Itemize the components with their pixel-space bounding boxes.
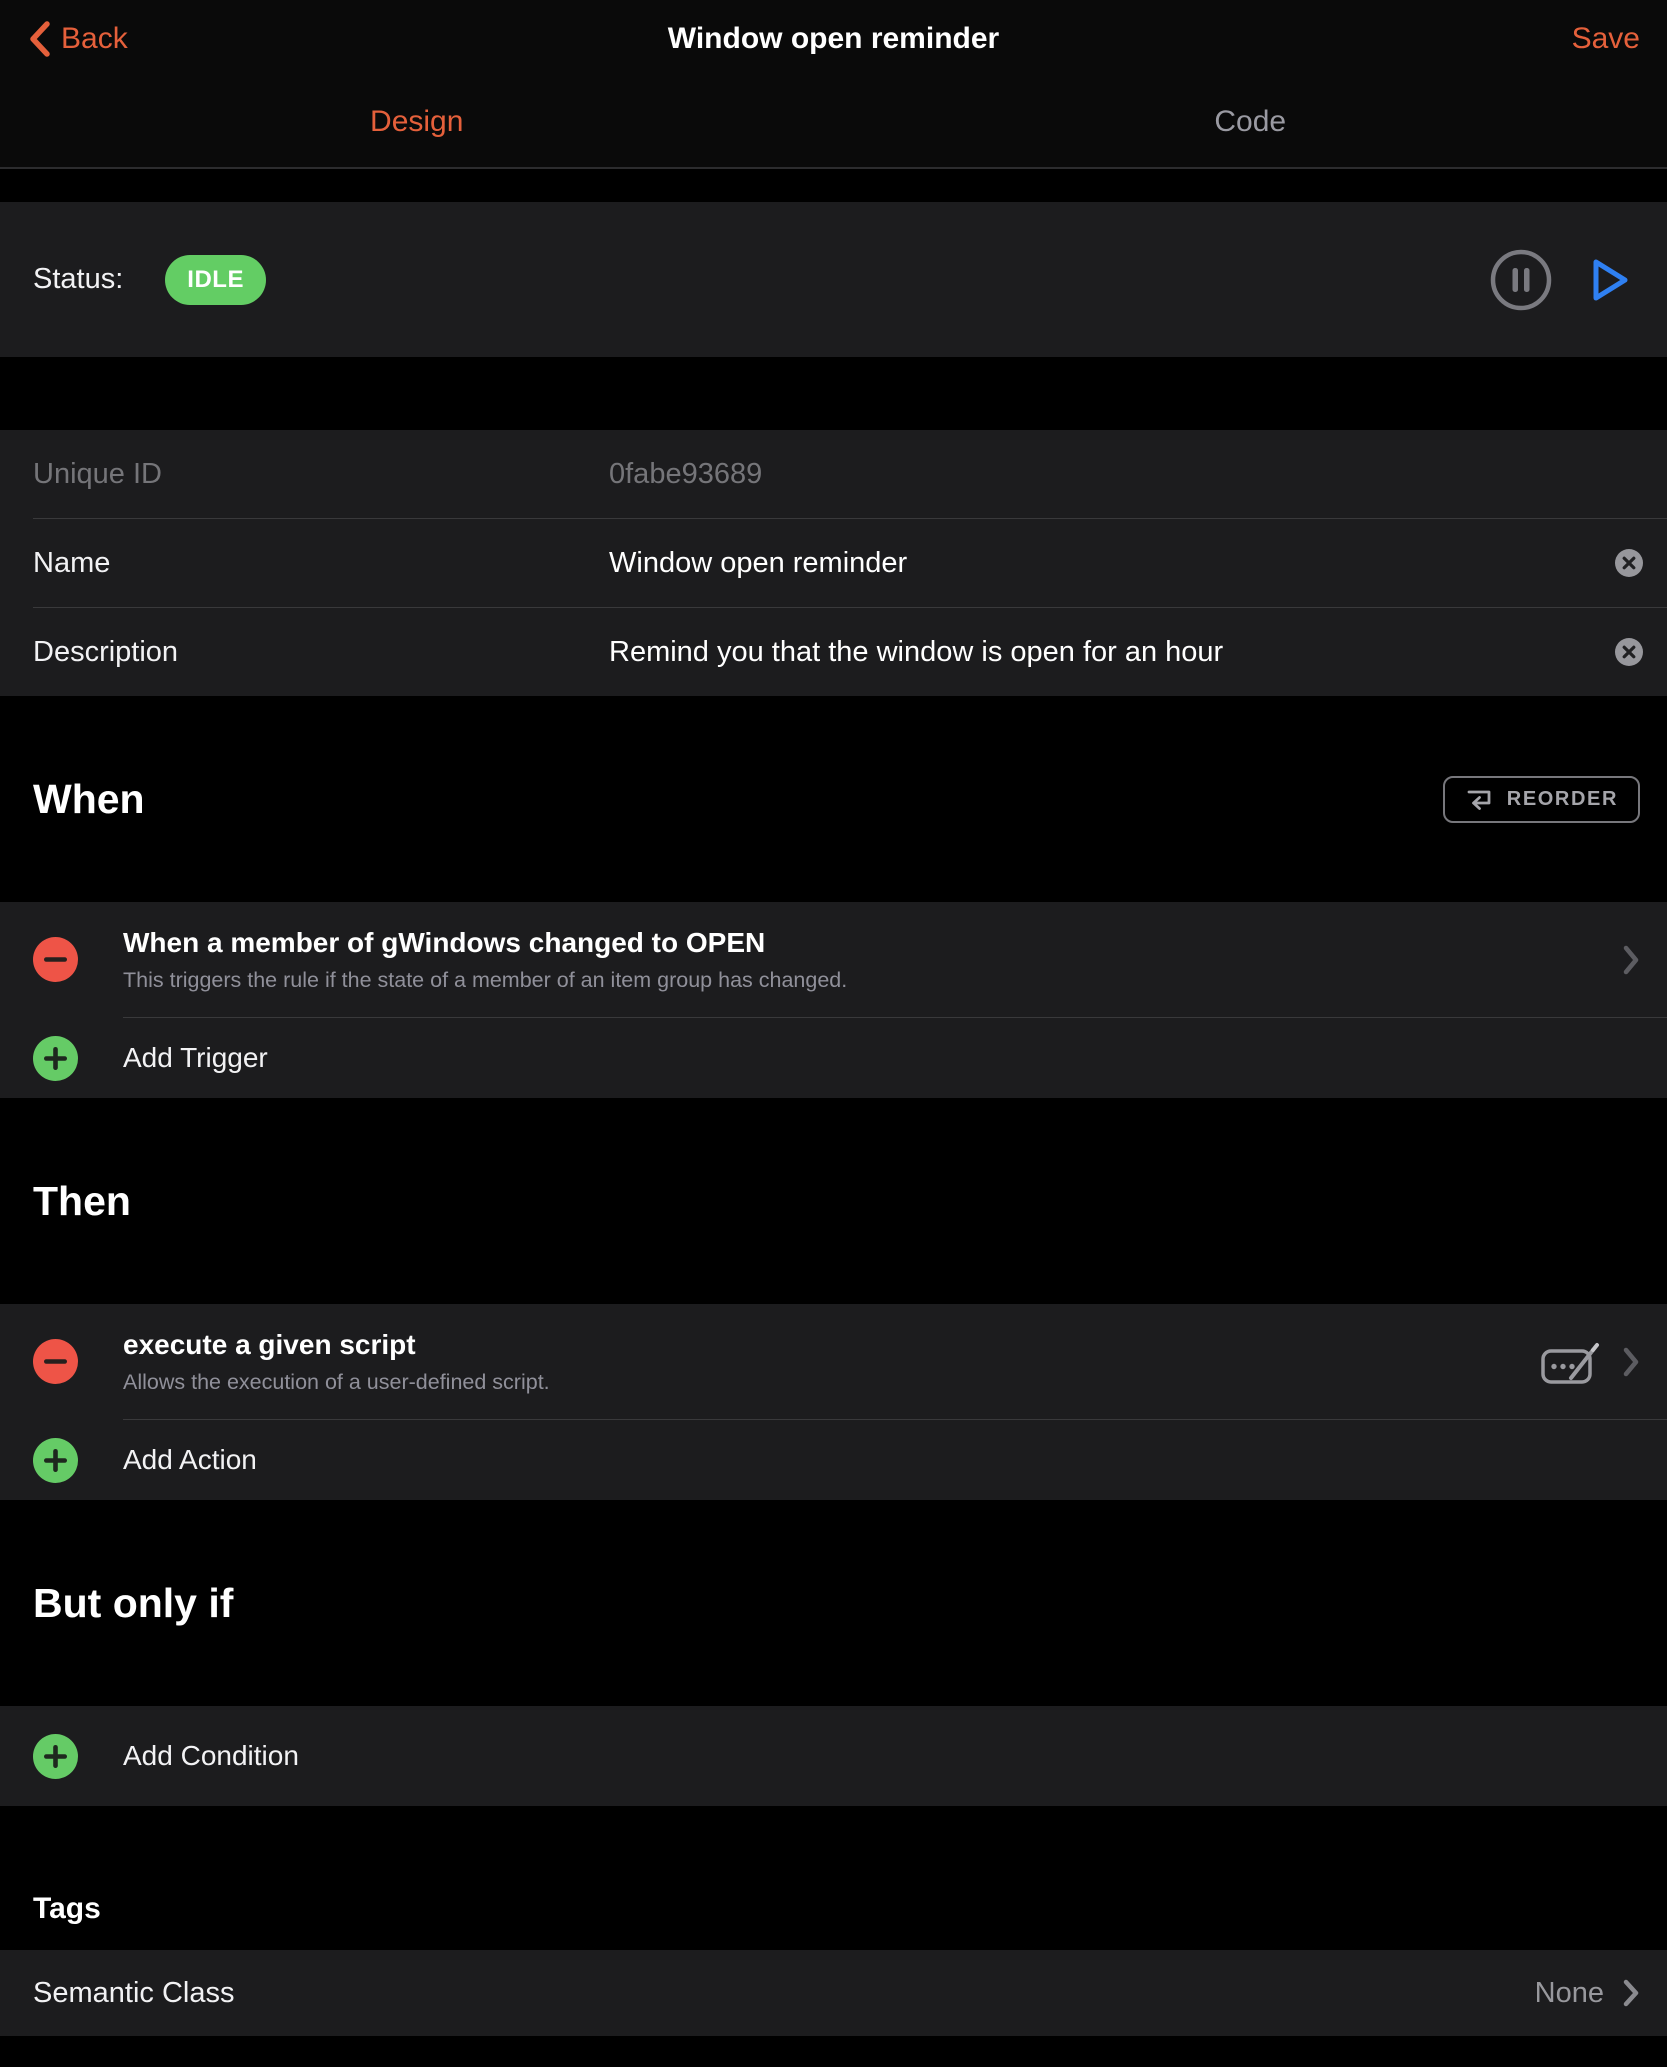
name-row: Name Window open reminder <box>0 519 1667 607</box>
when-section-header: When REORDER <box>0 696 1667 902</box>
semantic-class-row[interactable]: Semantic Class None <box>0 1950 1667 2036</box>
add-trigger-label: Add Trigger <box>123 1042 268 1074</box>
pause-circle-icon <box>1489 248 1553 312</box>
tabbar: Design Code <box>0 77 1667 169</box>
tags-section-header: Tags <box>0 1806 1667 1950</box>
trigger-subtitle: This triggers the rule if the state of a… <box>123 968 1606 993</box>
when-heading: When <box>33 776 145 823</box>
name-label: Name <box>33 547 609 580</box>
conditions-list: Add Condition <box>0 1706 1667 1806</box>
back-button[interactable]: Back <box>27 20 128 58</box>
status-badge: IDLE <box>165 255 266 305</box>
description-row: Description Remind you that the window i… <box>0 608 1667 696</box>
page-title: Window open reminder <box>668 22 999 56</box>
add-condition-label: Add Condition <box>123 1740 299 1772</box>
add-circle-icon[interactable] <box>33 1438 78 1483</box>
remove-trigger-button[interactable] <box>33 937 78 982</box>
add-action-button[interactable]: Add Action <box>0 1420 1667 1500</box>
back-label: Back <box>61 22 128 56</box>
script-edit-icon[interactable] <box>1540 1337 1602 1387</box>
add-condition-button[interactable]: Add Condition <box>0 1706 1667 1806</box>
semantic-class-value: None <box>1535 1977 1604 2010</box>
but-only-if-heading: But only if <box>33 1580 233 1627</box>
add-circle-icon[interactable] <box>33 1036 78 1081</box>
add-trigger-button[interactable]: Add Trigger <box>0 1018 1667 1098</box>
reorder-label: REORDER <box>1507 788 1618 811</box>
tags-heading: Tags <box>33 1892 101 1926</box>
description-label: Description <box>33 636 609 669</box>
clear-description-button[interactable] <box>1615 638 1643 666</box>
play-icon <box>1579 251 1637 309</box>
then-section-header: Then <box>0 1098 1667 1304</box>
unique-id-value: 0fabe93689 <box>609 458 1643 491</box>
name-field[interactable]: Window open reminder <box>609 547 1599 580</box>
action-row[interactable]: execute a given script Allows the execut… <box>0 1304 1667 1419</box>
chevron-right-icon <box>1622 944 1640 976</box>
trigger-title: When a member of gWindows changed to OPE… <box>123 927 1606 959</box>
chevron-right-icon <box>1622 1978 1640 2008</box>
chevron-left-icon <box>27 20 51 58</box>
unique-id-row: Unique ID 0fabe93689 <box>0 430 1667 518</box>
tab-design[interactable]: Design <box>0 77 834 167</box>
action-title: execute a given script <box>123 1329 1524 1361</box>
unique-id-label: Unique ID <box>33 458 609 491</box>
trigger-row[interactable]: When a member of gWindows changed to OPE… <box>0 902 1667 1017</box>
then-heading: Then <box>33 1178 131 1225</box>
add-action-label: Add Action <box>123 1444 257 1476</box>
clear-name-button[interactable] <box>1615 549 1643 577</box>
chevron-right-icon <box>1622 1346 1640 1378</box>
add-circle-icon[interactable] <box>33 1734 78 1779</box>
action-subtitle: Allows the execution of a user-defined s… <box>123 1370 1524 1395</box>
reorder-icon <box>1465 787 1493 812</box>
actions-list: execute a given script Allows the execut… <box>0 1304 1667 1500</box>
semantic-class-label: Semantic Class <box>33 1977 1535 2010</box>
navbar: Back Window open reminder Save <box>0 0 1667 77</box>
pause-button[interactable] <box>1489 248 1553 312</box>
run-button[interactable] <box>1579 251 1637 309</box>
description-field[interactable]: Remind you that the window is open for a… <box>609 636 1599 669</box>
remove-action-button[interactable] <box>33 1339 78 1384</box>
conditions-section-header: But only if <box>0 1500 1667 1706</box>
rule-info-list: Unique ID 0fabe93689 Name Window open re… <box>0 430 1667 696</box>
tab-code[interactable]: Code <box>834 77 1667 167</box>
triggers-list: When a member of gWindows changed to OPE… <box>0 902 1667 1098</box>
clear-circle-icon <box>1615 638 1643 666</box>
status-row: Status: IDLE <box>0 202 1667 357</box>
status-label: Status: <box>33 263 123 296</box>
reorder-button[interactable]: REORDER <box>1443 776 1640 823</box>
clear-circle-icon <box>1615 549 1643 577</box>
save-button[interactable]: Save <box>1572 22 1640 56</box>
